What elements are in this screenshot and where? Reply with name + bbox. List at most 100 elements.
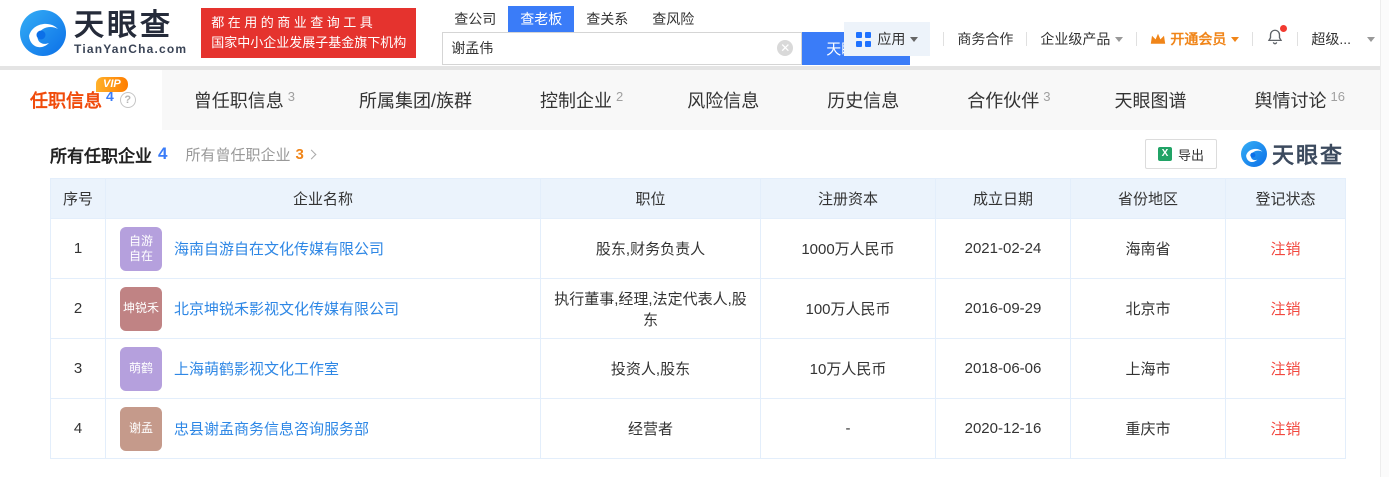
menu-divider (1297, 32, 1299, 46)
export-button[interactable]: X 导出 (1144, 139, 1217, 169)
row-no: 4 (50, 398, 106, 459)
menu-divider (1026, 32, 1028, 46)
row-region: 上海市 (1070, 338, 1226, 399)
table-header-row: 序号 企业名称 职位 注册资本 成立日期 省份地区 登记状态 (50, 178, 1346, 219)
clear-search-icon[interactable]: ✕ (777, 40, 794, 56)
chevron-right-icon (306, 149, 317, 159)
promo-line2: 国家中小企业发展子基金旗下机构 (211, 35, 407, 50)
search-tab-company[interactable]: 查公司 (442, 6, 508, 32)
row-date: 2016-09-29 (935, 278, 1071, 339)
table-row: 2 坤锐禾 北京坤锐禾影视文化传媒有限公司 执行董事,经理,法定代表人,股东 1… (50, 278, 1346, 339)
row-position: 投资人,股东 (540, 338, 761, 399)
company-avatar: 萌鹤 (120, 346, 162, 391)
col-capital: 注册资本 (760, 178, 936, 219)
tianyancha-logo[interactable]: 天眼查 TianYanCha.com (20, 10, 187, 56)
status-badge: 注销 (1225, 218, 1346, 279)
promo-banner: 都在用的商业查询工具 国家中小企业发展子基金旗下机构 (201, 8, 417, 58)
row-position: 股东,财务负责人 (540, 218, 761, 279)
search-tab-risk[interactable]: 查风险 (640, 6, 706, 32)
table-row: 4 谢孟 忠县谢孟商务信息咨询服务部 经营者 - 2020-12-16 重庆市 … (50, 398, 1346, 459)
scrollbar[interactable] (1380, 0, 1389, 477)
search-area: 查公司 查老板 查关系 查风险 ✕ 天眼一下 (442, 2, 911, 65)
tab-partners[interactable]: 合作伙伴 3 (957, 70, 1060, 130)
row-date: 2021-02-24 (935, 218, 1071, 279)
former-companies-link[interactable]: 所有曾任职企业 3 (185, 144, 317, 165)
logo-name: 天眼查 (74, 8, 173, 42)
apps-grid-icon (856, 31, 872, 47)
chevron-down-icon (1367, 36, 1375, 42)
tab-risk-info[interactable]: 风险信息 (677, 70, 773, 130)
row-no: 1 (50, 218, 106, 279)
row-capital: 100万人民币 (760, 278, 936, 339)
menu-divider (943, 32, 945, 46)
company-link[interactable]: 北京坤锐禾影视文化传媒有限公司 (174, 298, 399, 319)
watermark-text: 天眼查 (1271, 143, 1344, 168)
search-input[interactable] (451, 40, 778, 56)
logo-domain: TianYanCha.com (74, 41, 188, 56)
chevron-down-icon (910, 36, 919, 42)
menu-business-cooperation[interactable]: 商务合作 (957, 29, 1013, 49)
apps-label: 应用 (877, 31, 906, 47)
row-region: 北京市 (1070, 278, 1226, 339)
menu-open-membership[interactable]: 开通会员 (1150, 29, 1240, 49)
profile-nav-tabs: 任职信息 4 VIP ? 曾任职信息 3 所属集团/族群 控制企业 2 风险信息 历… (0, 70, 1380, 130)
company-link[interactable]: 海南自游自在文化传媒有限公司 (174, 238, 384, 259)
section-count: 4 (158, 144, 168, 163)
row-capital: 1000万人民币 (760, 218, 936, 279)
col-company: 企业名称 (105, 178, 541, 219)
company-link[interactable]: 忠县谢孟商务信息咨询服务部 (174, 418, 369, 439)
row-region: 海南省 (1070, 218, 1226, 279)
apps-menu[interactable]: 应用 (844, 22, 931, 56)
vip-badge: VIP (96, 77, 128, 92)
status-badge: 注销 (1225, 338, 1346, 399)
row-date: 2018-06-06 (935, 338, 1071, 399)
company-link[interactable]: 上海萌鹤影视文化工作室 (174, 358, 339, 379)
row-position: 执行董事,经理,法定代表人,股东 (540, 278, 761, 339)
col-position: 职位 (540, 178, 761, 219)
tab-history-info[interactable]: 历史信息 (817, 70, 913, 130)
watermark-logo: 天眼查 (1240, 138, 1344, 170)
top-menu: 应用 商务合作 企业级产品 开通会员 超级... (844, 0, 1375, 66)
tab-group-cluster[interactable]: 所属集团/族群 (349, 70, 486, 130)
notification-dot (1280, 24, 1288, 32)
tab-public-opinion[interactable]: 舆情讨论 16 (1245, 70, 1355, 130)
row-no: 2 (50, 278, 106, 339)
col-status: 登记状态 (1225, 178, 1346, 219)
tianyancha-watermark-icon (1240, 141, 1267, 167)
status-badge: 注销 (1225, 278, 1346, 339)
col-date: 成立日期 (935, 178, 1071, 219)
chevron-down-icon (1231, 36, 1240, 42)
tab-graph[interactable]: 天眼图谱 (1105, 70, 1201, 130)
search-box: ✕ (442, 31, 803, 65)
user-account-menu[interactable]: 超级... (1311, 29, 1375, 49)
menu-divider (1136, 32, 1138, 46)
crown-icon (1151, 33, 1166, 44)
search-tab-boss[interactable]: 查老板 (508, 5, 575, 32)
promo-line1: 都在用的商业查询工具 (211, 15, 377, 30)
company-avatar: 坤锐禾 (120, 286, 162, 331)
tab-former-positions[interactable]: 曾任职信息 3 (184, 70, 305, 130)
tab-positions[interactable]: 任职信息 4 VIP ? (0, 70, 162, 130)
notifications-bell[interactable] (1266, 24, 1288, 51)
section-header: 所有任职企业 4 所有曾任职企业 3 X 导出 天眼查 (0, 130, 1389, 178)
row-capital: - (760, 398, 936, 459)
table-row: 3 萌鹤 上海萌鹤影视文化工作室 投资人,股东 10万人民币 2018-06-0… (50, 338, 1346, 399)
col-region: 省份地区 (1070, 178, 1226, 219)
tianyancha-logo-icon (20, 10, 66, 56)
company-avatar: 谢孟 (120, 406, 162, 451)
menu-divider (1252, 32, 1254, 46)
excel-icon: X (1157, 147, 1172, 161)
chevron-down-icon (1115, 36, 1124, 42)
section-title: 所有任职企业 (50, 146, 152, 166)
positions-table: 序号 企业名称 职位 注册资本 成立日期 省份地区 登记状态 1 自游 自在 海南… (50, 178, 1346, 459)
top-header: 天眼查 TianYanCha.com 都在用的商业查询工具 国家中小企业发展子基… (0, 0, 1389, 66)
menu-enterprise-products[interactable]: 企业级产品 (1040, 29, 1124, 49)
row-no: 3 (50, 338, 106, 399)
col-no: 序号 (50, 178, 106, 219)
help-icon[interactable]: ? (119, 92, 136, 108)
row-capital: 10万人民币 (760, 338, 936, 399)
tab-controlled-companies[interactable]: 控制企业 2 (530, 70, 633, 130)
search-tabs: 查公司 查老板 查关系 查风险 (442, 5, 910, 32)
search-tab-relation[interactable]: 查关系 (574, 6, 640, 32)
row-date: 2020-12-16 (935, 398, 1071, 459)
